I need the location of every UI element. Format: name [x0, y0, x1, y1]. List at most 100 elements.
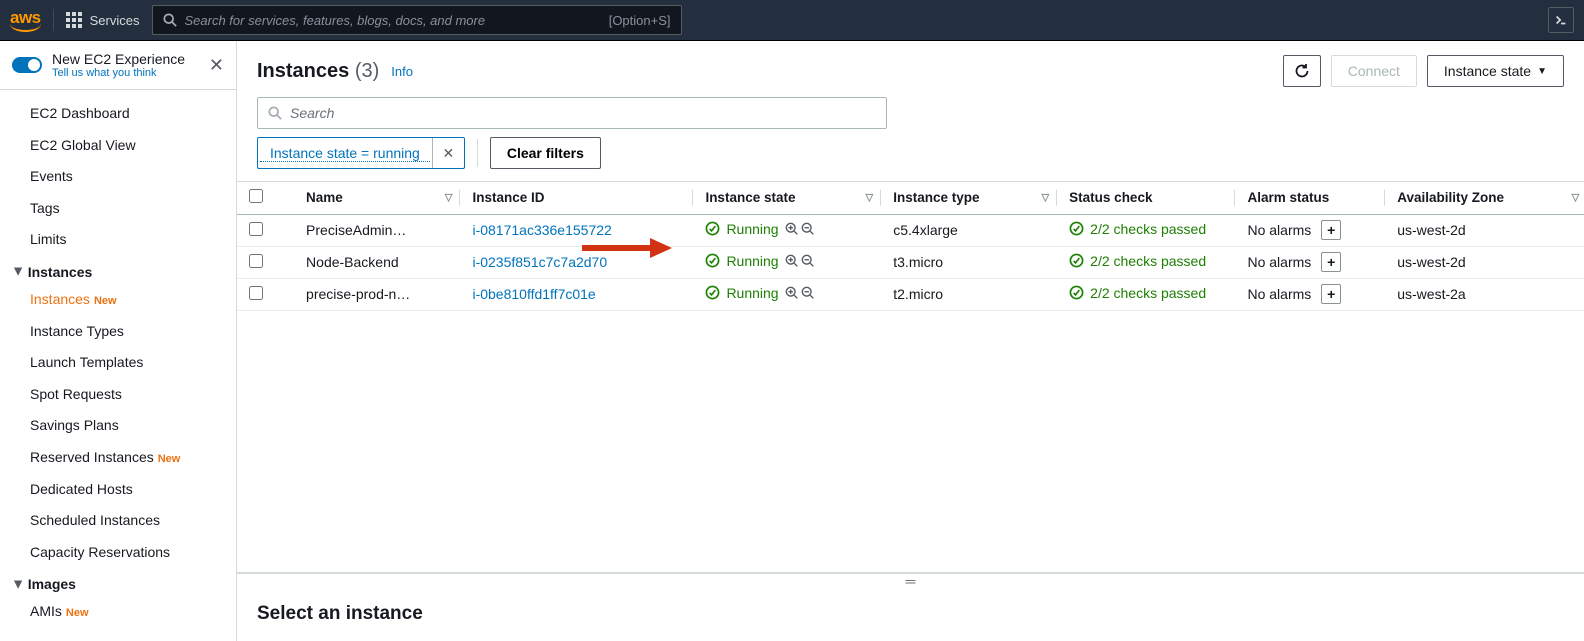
page-title: Instances (3) — [257, 60, 379, 83]
sidebar-item[interactable]: EC2 Dashboard — [0, 98, 236, 130]
sort-icon[interactable]: ▽ — [1572, 192, 1580, 203]
check-circle-icon — [1069, 221, 1084, 236]
cell-alarm-status: No alarms+ — [1235, 278, 1385, 310]
caret-down-icon: ▼ — [1537, 66, 1547, 77]
cell-name: precise-prod-n… — [294, 278, 460, 310]
row-checkbox[interactable] — [249, 254, 263, 268]
cell-alarm-status: No alarms+ — [1235, 246, 1385, 278]
instance-id-link[interactable]: i-08171ac336e155722 — [472, 222, 611, 238]
new-experience-feedback-link[interactable]: Tell us what you think — [52, 67, 199, 79]
aws-logo[interactable]: aws — [10, 8, 41, 32]
row-checkbox[interactable] — [249, 222, 263, 236]
sidebar-item[interactable]: Events — [0, 161, 236, 193]
remove-filter-button[interactable]: ✕ — [432, 137, 464, 169]
services-menu-button[interactable]: Services — [66, 12, 140, 28]
filter-chip-instance-state: Instance state = running ✕ — [257, 137, 465, 169]
sort-icon[interactable]: ▽ — [1041, 192, 1049, 203]
cell-availability-zone: us-west-2d — [1385, 214, 1584, 246]
info-link[interactable]: Info — [391, 64, 413, 79]
refresh-button[interactable] — [1283, 55, 1321, 87]
row-checkbox[interactable] — [249, 286, 263, 300]
search-shortcut-hint: [Option+S] — [609, 13, 671, 28]
sort-icon[interactable]: ▽ — [445, 192, 453, 203]
sidebar-item[interactable]: Launch Templates — [0, 347, 236, 379]
cell-instance-state: Running — [693, 278, 881, 310]
sidebar-item[interactable]: InstancesNew — [0, 284, 236, 316]
table-row[interactable]: Node-Backendi-0235f851c7c7a2d70Runningt3… — [237, 246, 1584, 278]
cell-status-check: 2/2 checks passed — [1057, 278, 1235, 310]
col-instance-state[interactable]: Instance state▽ — [693, 182, 881, 214]
sidebar-item[interactable]: Instance Types — [0, 316, 236, 348]
table-row[interactable]: precise-prod-n… i-0be810ffd1ff7c01e Runnin… — [237, 278, 1584, 310]
sidebar-section-images[interactable]: ▶ Images — [0, 568, 236, 596]
sidebar-item[interactable]: Dedicated Hosts — [0, 474, 236, 506]
sidebar-item[interactable]: Spot Requests — [0, 379, 236, 411]
sidebar-item-label: Instance Types — [30, 323, 124, 339]
new-experience-toggle[interactable] — [12, 57, 42, 73]
new-experience-title: New EC2 Experience — [52, 51, 199, 67]
select-all-header — [237, 182, 294, 214]
new-experience-banner: New EC2 Experience Tell us what you thin… — [0, 41, 236, 90]
col-availability-zone[interactable]: Availability Zone▽ — [1385, 182, 1584, 214]
state-zoom-icons[interactable] — [785, 286, 815, 300]
cell-availability-zone: us-west-2d — [1385, 246, 1584, 278]
connect-button[interactable]: Connect — [1331, 55, 1417, 87]
grid-icon — [66, 12, 82, 28]
sidebar-item[interactable]: Savings Plans — [0, 410, 236, 442]
close-icon[interactable]: ✕ — [209, 56, 224, 74]
sidebar-item-label: Scheduled Instances — [30, 512, 160, 528]
instance-state-button[interactable]: Instance state ▼ — [1427, 55, 1564, 87]
filter-bar: Instance state = running ✕ Clear filters — [237, 137, 1584, 181]
cloudshell-button[interactable] — [1548, 7, 1574, 33]
instance-id-link[interactable]: i-0be810ffd1ff7c01e — [472, 286, 595, 302]
col-name[interactable]: Name▽ — [294, 182, 460, 214]
sidebar-item[interactable]: Limits — [0, 224, 236, 256]
sidebar-item[interactable]: AMIsNew — [0, 596, 236, 628]
sidebar-item-label: Reserved Instances — [30, 449, 154, 465]
instance-id-link[interactable]: i-0235f851c7c7a2d70 — [472, 254, 607, 270]
cell-availability-zone: us-west-2a — [1385, 278, 1584, 310]
global-search-box[interactable]: [Option+S] — [152, 5, 682, 35]
nav-divider — [53, 9, 54, 31]
add-alarm-button[interactable]: + — [1321, 252, 1341, 272]
sidebar-item[interactable]: Scheduled Instances — [0, 505, 236, 537]
cell-status-check: 2/2 checks passed — [1057, 246, 1235, 278]
panel-drag-handle[interactable]: ═ — [237, 573, 1584, 587]
col-instance-type[interactable]: Instance type▽ — [881, 182, 1057, 214]
sidebar-item[interactable]: Reserved InstancesNew — [0, 442, 236, 474]
col-alarm-status[interactable]: Alarm status — [1235, 182, 1385, 214]
state-zoom-icons[interactable] — [785, 222, 815, 236]
col-status-check[interactable]: Status check — [1057, 182, 1235, 214]
cell-status-check: 2/2 checks passed — [1057, 214, 1235, 246]
sidebar-item[interactable]: Capacity Reservations — [0, 537, 236, 569]
check-circle-icon — [705, 253, 720, 268]
clear-filters-button[interactable]: Clear filters — [490, 137, 601, 169]
table-row[interactable]: PreciseAdmin…i-08171ac336e155722Runningc… — [237, 214, 1584, 246]
global-search-input[interactable] — [185, 13, 601, 28]
filter-chip-label[interactable]: Instance state = running — [260, 145, 430, 162]
sidebar-item[interactable]: EC2 Global View — [0, 130, 236, 162]
global-search-wrapper: [Option+S] — [152, 5, 682, 35]
add-alarm-button[interactable]: + — [1321, 284, 1341, 304]
top-navigation: aws Services [Option+S] — [0, 0, 1584, 41]
page-header: Instances (3) Info Connect Instance stat… — [237, 41, 1584, 93]
cell-instance-id: i-0be810ffd1ff7c01e — [460, 278, 693, 310]
col-instance-id[interactable]: Instance ID — [460, 182, 693, 214]
search-icon — [268, 106, 282, 120]
sidebar-item[interactable]: Tags — [0, 193, 236, 225]
cell-instance-id: i-08171ac336e155722 — [460, 214, 693, 246]
add-alarm-button[interactable]: + — [1321, 220, 1341, 240]
cell-instance-type: t2.micro — [881, 278, 1057, 310]
select-all-checkbox[interactable] — [249, 189, 263, 203]
sort-icon[interactable]: ▽ — [866, 192, 874, 203]
sidebar: New EC2 Experience Tell us what you thin… — [0, 41, 237, 641]
filter-divider — [477, 139, 478, 167]
table-search-box[interactable] — [257, 97, 887, 129]
state-zoom-icons[interactable] — [785, 254, 815, 268]
sidebar-section-instances[interactable]: ▶ Instances — [0, 256, 236, 284]
table-search-input[interactable] — [290, 105, 876, 121]
caret-down-icon: ▶ — [12, 268, 23, 276]
cell-instance-type: c5.4xlarge — [881, 214, 1057, 246]
sidebar-item-label: Savings Plans — [30, 417, 119, 433]
check-circle-icon — [705, 221, 720, 236]
